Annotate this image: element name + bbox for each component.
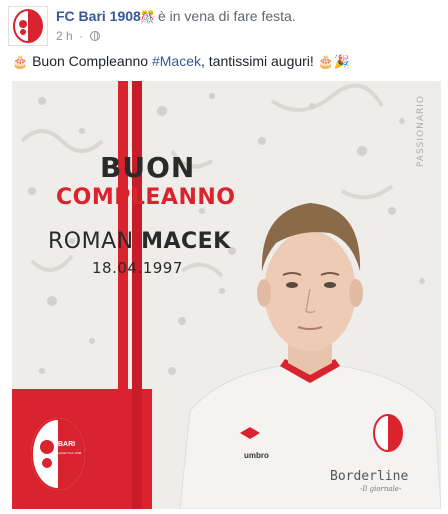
party-icon: 🎊 [140,10,155,24]
post-message: 🎂 Buon Compleanno #Macek, tantissimi aug… [12,52,436,71]
activity-label: è in vena di fare festa. [157,8,296,24]
message-text: Buon Compleanno [32,53,152,69]
page-name-link[interactable]: FC Bari 1908 [56,8,141,24]
timestamp-link[interactable]: 2 h [56,29,73,43]
crest-sublabel: Football Club 1908 [56,451,82,455]
crest-label: BARI [58,441,76,448]
bari-crest-avatar-icon [9,7,47,45]
globe-icon[interactable] [90,30,101,41]
shirt-sponsor: Borderline [330,469,409,484]
shirt-brand: umbro [244,451,269,460]
post-meta: 2 h · [56,28,101,43]
party-popper-icon: 🎉 [333,54,351,69]
cake-icon: 🎂 [12,54,29,69]
activity-text: 🎊 è in vena di fare festa. [140,8,296,24]
shirt-sponsor-sub: -Il giornale- [360,485,402,493]
meta-separator: · [79,28,84,43]
player-photo [180,203,441,509]
cake-icon: 🎂 [317,54,334,69]
watermark-logo: PASSIONARIO [416,95,426,168]
message-text-end: , tantissimi auguri! [200,53,318,69]
post-photo[interactable]: BUON COMPLEANNO ROMAN MACEK 18.04.1997 P… [12,81,441,509]
player-first-name: ROMAN [48,229,134,254]
page-avatar[interactable] [8,6,48,46]
post-header: FC Bari 1908 🎊 è in vena di fare festa. 2… [8,6,440,46]
hashtag-link[interactable]: #Macek [152,53,201,69]
red-stripe-secondary [132,81,142,509]
player-birthdate: 18.04.1997 [92,259,183,277]
red-stripe [118,81,128,509]
